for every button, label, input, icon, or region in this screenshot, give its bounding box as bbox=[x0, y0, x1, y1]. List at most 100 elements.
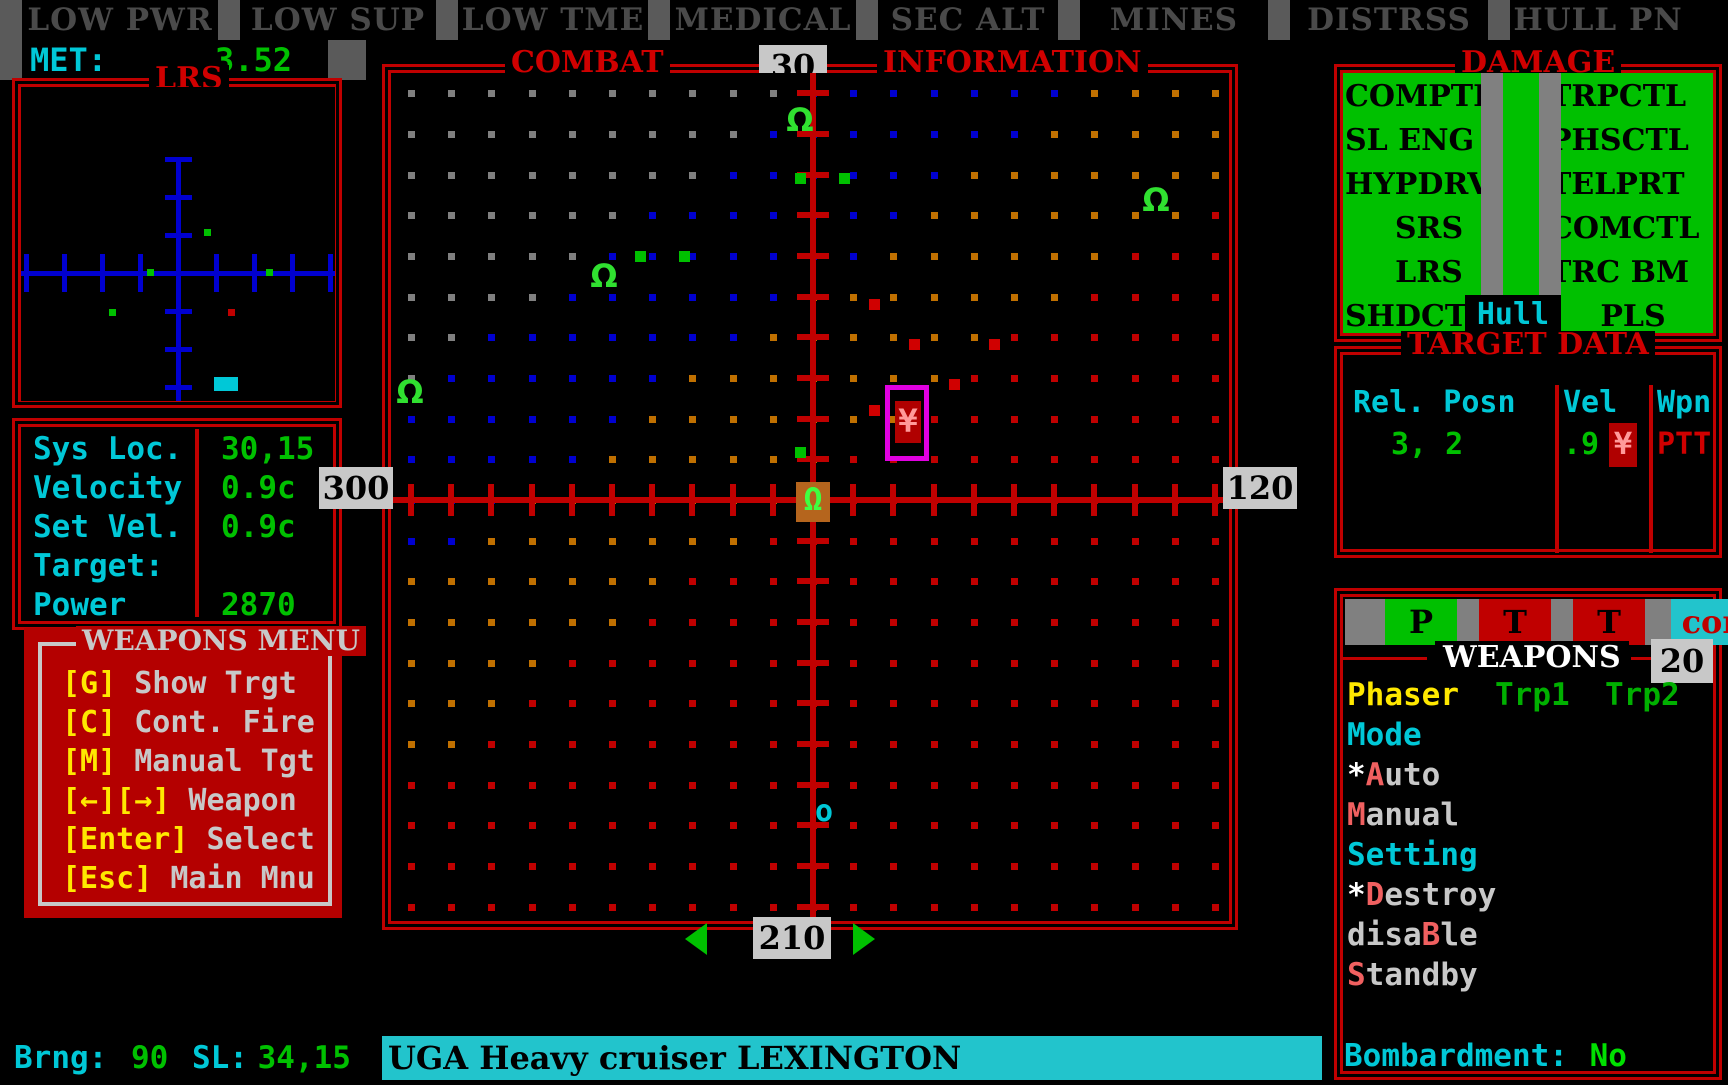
combat-contact-0[interactable]: Ω bbox=[783, 104, 817, 136]
weapons-menu-text-2: Manual Tgt bbox=[116, 744, 315, 779]
grid-dot bbox=[770, 294, 777, 301]
grid-dot bbox=[1172, 90, 1179, 97]
crosshair-tick-h bbox=[1051, 484, 1057, 516]
grid-dot bbox=[971, 253, 978, 260]
weapons-menu-key-3: [←][→] bbox=[62, 783, 171, 818]
weapons-setting-standby[interactable]: Standby bbox=[1347, 955, 1478, 995]
grid-dot bbox=[850, 253, 857, 260]
crosshair-tick-v bbox=[797, 294, 829, 300]
weapons-mode-auto[interactable]: *Auto bbox=[1347, 755, 1440, 795]
grid-dot bbox=[529, 253, 536, 260]
crosshair-tick-v bbox=[797, 863, 829, 869]
grid-dot bbox=[488, 416, 495, 423]
grid-dot bbox=[850, 578, 857, 585]
weapons-mode-manual[interactable]: Manual bbox=[1347, 795, 1459, 835]
rotate-right-arrow[interactable] bbox=[853, 923, 875, 955]
grid-dot bbox=[1011, 172, 1018, 179]
grid-dot bbox=[1212, 294, 1219, 301]
grid-dot bbox=[609, 741, 616, 748]
grid-dot bbox=[569, 294, 576, 301]
weapons-menu-item-cont-fire[interactable]: [C] Cont. Fire bbox=[62, 703, 315, 742]
crosshair-tick-h bbox=[569, 484, 575, 516]
grid-dot bbox=[529, 212, 536, 219]
grid-dot bbox=[770, 334, 777, 341]
crosshair-tick-h bbox=[408, 484, 414, 516]
grid-dot bbox=[1011, 904, 1018, 911]
weapon-slot-t-2[interactable]: T bbox=[1573, 599, 1645, 645]
grid-dot bbox=[1091, 863, 1098, 870]
grid-dot bbox=[1051, 782, 1058, 789]
grid-dot bbox=[1212, 660, 1219, 667]
weapons-menu-item-select[interactable]: [Enter] Select bbox=[62, 820, 315, 859]
grid-dot bbox=[971, 660, 978, 667]
grid-dot bbox=[770, 822, 777, 829]
grid-dot bbox=[931, 904, 938, 911]
weapons-setting-disable[interactable]: disaBle bbox=[1347, 915, 1478, 955]
grid-dot bbox=[1091, 416, 1098, 423]
weapon-slot-p-0[interactable]: P bbox=[1385, 599, 1457, 645]
sysinfo-label-3: Target: bbox=[33, 548, 164, 584]
ship-name-banner: UGA Heavy cruiser LEXINGTON bbox=[382, 1036, 1322, 1080]
weapons-rule-right bbox=[1631, 657, 1651, 660]
grid-dot bbox=[730, 578, 737, 585]
lrs-radar-canvas[interactable] bbox=[21, 87, 335, 401]
grid-dot bbox=[770, 700, 777, 707]
lrs-panel[interactable]: LRS bbox=[12, 64, 342, 408]
weapon-tab-trp1[interactable]: Trp1 bbox=[1495, 675, 1570, 715]
grid-dot bbox=[609, 700, 616, 707]
weapon-tab-trp2[interactable]: Trp2 bbox=[1605, 675, 1680, 715]
grid-dot bbox=[569, 416, 576, 423]
grid-dot bbox=[649, 619, 656, 626]
weapons-menu-item-main-mnu[interactable]: [Esc] Main Mnu bbox=[62, 859, 315, 898]
grid-dot bbox=[1132, 904, 1139, 911]
grid-dot bbox=[689, 782, 696, 789]
weapons-menu-item-show-trgt[interactable]: [G] Show Trgt bbox=[62, 664, 297, 703]
grid-dot bbox=[890, 131, 897, 138]
alert-separator-4 bbox=[856, 0, 878, 40]
friendly-blip bbox=[635, 251, 646, 262]
grid-dot bbox=[730, 822, 737, 829]
weapon-slot-t-1[interactable]: T bbox=[1479, 599, 1551, 645]
combat-grid[interactable]: Ω Ω Ω Ω Ω ¥ o bbox=[391, 73, 1229, 921]
grid-dot bbox=[408, 253, 415, 260]
grid-dot bbox=[408, 660, 415, 667]
weapons-setting-destroy[interactable]: *Destroy bbox=[1347, 875, 1496, 915]
alert-distrss: DISTRSS bbox=[1307, 2, 1471, 38]
damage-column-gap-0 bbox=[1481, 73, 1503, 333]
grid-dot bbox=[529, 131, 536, 138]
mode-manual-hotkey: M bbox=[1347, 797, 1366, 833]
grid-dot bbox=[1132, 863, 1139, 870]
grid-dot bbox=[488, 741, 495, 748]
weapons-status-panel[interactable]: PTTcont WEAPONS 20 Phaser Trp1 Trp2 Mode… bbox=[1334, 588, 1728, 1080]
weapons-menu-item-manual-tgt[interactable]: [M] Manual Tgt bbox=[62, 742, 315, 781]
rotate-left-arrow[interactable] bbox=[685, 923, 707, 955]
combat-display-panel[interactable]: COMBAT INFORMATION 30 Ω Ω Ω Ω Ω ¥ o 300 120 21… bbox=[319, 45, 1297, 959]
grid-dot bbox=[1172, 375, 1179, 382]
grid-dot bbox=[971, 863, 978, 870]
hostile-blip bbox=[909, 339, 920, 350]
grid-dot bbox=[448, 700, 455, 707]
weapons-menu-panel[interactable]: [G] Show Trgt [C] Cont. Fire [M] Manual Tg… bbox=[24, 626, 366, 918]
grid-dot bbox=[1051, 334, 1058, 341]
lrs-tick-h-4 bbox=[328, 254, 333, 292]
lrs-tick-h--3 bbox=[62, 254, 67, 292]
grid-dot bbox=[488, 619, 495, 626]
grid-dot bbox=[649, 782, 656, 789]
weapons-menu-item-weapon[interactable]: [←][→] Weapon bbox=[62, 781, 297, 820]
grid-dot bbox=[890, 782, 897, 789]
combat-contact-1[interactable]: Ω bbox=[1139, 184, 1173, 216]
setting-standby-rest: tandby bbox=[1365, 957, 1478, 993]
grid-dot bbox=[1172, 904, 1179, 911]
grid-dot bbox=[1051, 538, 1058, 545]
combat-contact-2[interactable]: Ω bbox=[587, 260, 621, 292]
damage-system-trc-bm: TRC BM bbox=[1549, 255, 1690, 290]
crosshair-tick-h bbox=[770, 484, 776, 516]
weapon-tab-phaser[interactable]: Phaser bbox=[1347, 675, 1459, 715]
grid-dot bbox=[890, 863, 897, 870]
combat-contact-3[interactable]: Ω bbox=[393, 376, 427, 408]
sysinfo-value-1: 0.9c bbox=[221, 470, 296, 506]
grid-dot bbox=[730, 660, 737, 667]
grid-dot bbox=[770, 863, 777, 870]
alert-low-pwr: LOW PWR bbox=[27, 2, 213, 38]
grid-dot bbox=[609, 782, 616, 789]
